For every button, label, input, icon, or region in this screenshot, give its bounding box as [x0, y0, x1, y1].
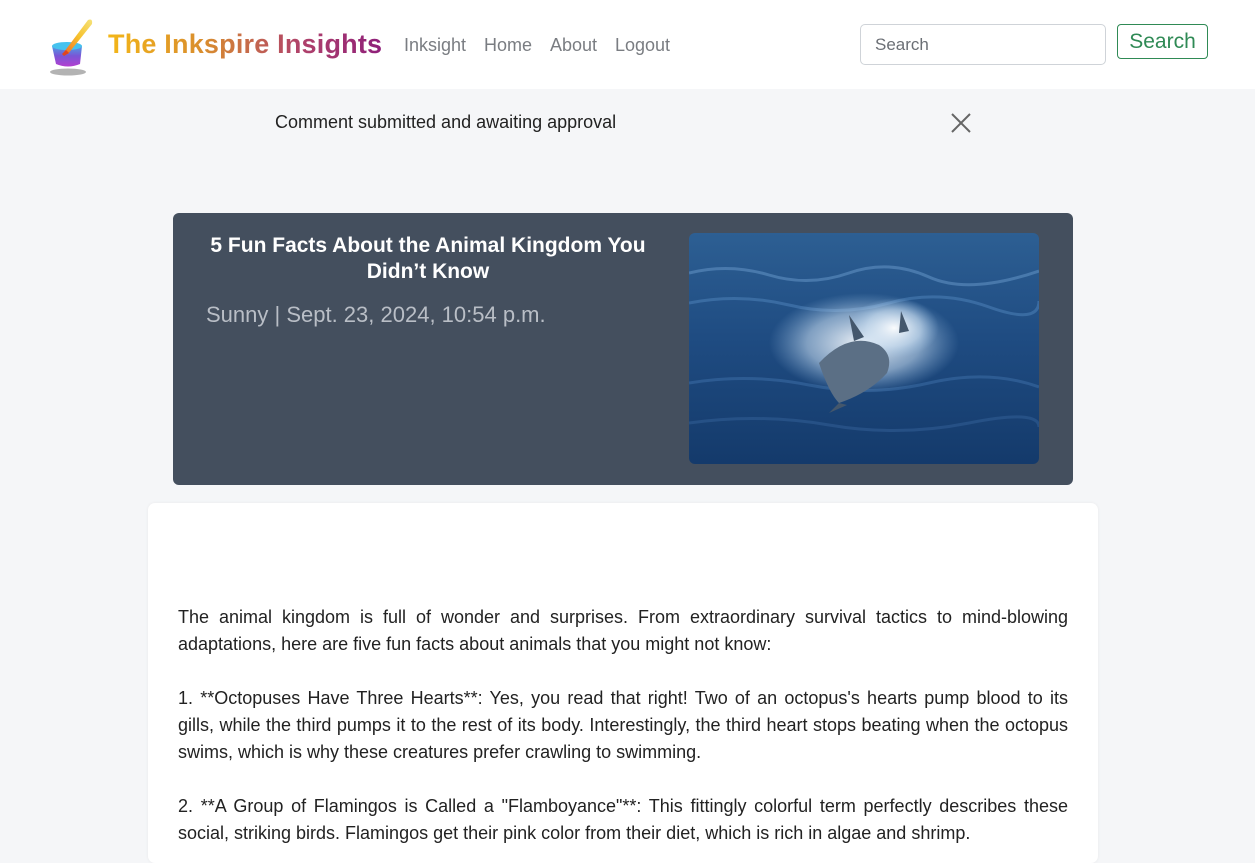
ink-pot-quill-logo-icon[interactable]: [44, 16, 96, 78]
post-body-card: The animal kingdom is full of wonder and…: [148, 503, 1098, 863]
nav-link-logout[interactable]: Logout: [615, 35, 670, 56]
post-paragraph: 1. **Octopuses Have Three Hearts**: Yes,…: [178, 688, 1068, 762]
post-hero: 5 Fun Facts About the Animal Kingdom You…: [173, 213, 1073, 485]
nav-link-home[interactable]: Home: [484, 35, 532, 56]
post-paragraph: 2. **A Group of Flamingos is Called a "F…: [178, 796, 1068, 843]
search-button[interactable]: Search: [1117, 24, 1208, 59]
search-input[interactable]: [860, 24, 1106, 65]
post-meta: Sunny | Sept. 23, 2024, 10:54 p.m.: [206, 302, 546, 327]
close-icon[interactable]: [950, 112, 972, 134]
navbar: The Inkspire Insights Inksight Home Abou…: [0, 0, 1255, 89]
post-title: 5 Fun Facts About the Animal Kingdom You…: [210, 234, 646, 283]
brand-title[interactable]: The Inkspire Insights: [108, 29, 382, 60]
nav-link-inksight[interactable]: Inksight: [404, 35, 466, 56]
alert-text: Comment submitted and awaiting approval: [275, 112, 617, 132]
nav-link-about[interactable]: About: [550, 35, 597, 56]
dolphin-ocean-image: [689, 233, 1039, 464]
post-paragraph: The animal kingdom is full of wonder and…: [178, 607, 1068, 654]
